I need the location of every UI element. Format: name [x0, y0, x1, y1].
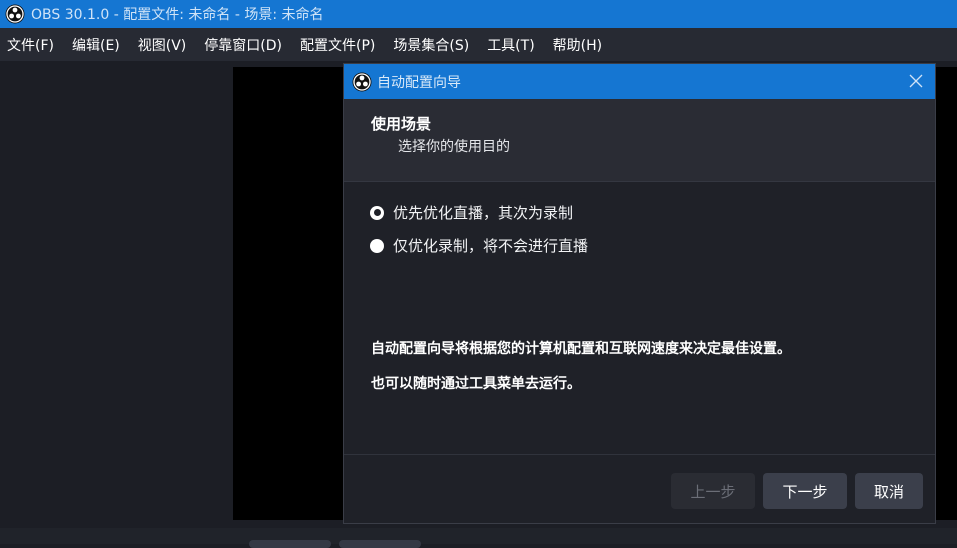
obs-logo-icon — [352, 72, 372, 92]
obs-logo-icon — [5, 4, 25, 24]
next-button[interactable]: 下一步 — [763, 473, 847, 509]
dock-tab[interactable] — [249, 540, 331, 548]
menu-bar: 文件(F) 编辑(E) 视图(V) 停靠窗口(D) 配置文件(P) 场景集合(S… — [0, 28, 957, 61]
option-stream-priority[interactable]: 优先优化直播，其次为录制 — [370, 202, 573, 223]
cancel-button[interactable]: 取消 — [855, 473, 923, 509]
info-text: 自动配置向导将根据您的计算机配置和互联网速度来决定最佳设置。 — [371, 341, 791, 357]
divider — [344, 454, 935, 455]
close-icon[interactable] — [907, 72, 925, 90]
window-title: OBS 30.1.0 - 配置文件: 未命名 - 场景: 未命名 — [31, 7, 324, 23]
menu-file[interactable]: 文件(F) — [0, 35, 63, 55]
option-label: 仅优化录制，将不会进行直播 — [393, 237, 589, 255]
auto-config-wizard-dialog: 自动配置向导 使用场景 选择你的使用目的 优先优化直播，其次为录制 仅优化录制，… — [343, 63, 936, 524]
menu-docks[interactable]: 停靠窗口(D) — [195, 35, 291, 55]
option-record-only[interactable]: 仅优化录制，将不会进行直播 — [370, 235, 588, 256]
option-label: 优先优化直播，其次为录制 — [393, 204, 574, 222]
back-button[interactable]: 上一步 — [671, 473, 755, 509]
info-text: 也可以随时通过工具菜单去运行。 — [371, 376, 581, 392]
menu-help[interactable]: 帮助(H) — [544, 35, 611, 55]
dock-tab[interactable] — [339, 540, 421, 548]
dialog-titlebar[interactable]: 自动配置向导 — [344, 64, 935, 99]
radio-selected-icon[interactable] — [370, 205, 384, 220]
menu-view[interactable]: 视图(V) — [129, 35, 196, 55]
menu-tools[interactable]: 工具(T) — [478, 35, 543, 55]
page-subtitle: 选择你的使用目的 — [398, 139, 510, 155]
menu-profile[interactable]: 配置文件(P) — [291, 35, 384, 55]
radio-unselected-icon[interactable] — [370, 238, 384, 253]
window-titlebar[interactable]: OBS 30.1.0 - 配置文件: 未命名 - 场景: 未命名 — [0, 0, 957, 28]
docks-area — [0, 528, 957, 544]
wizard-page-header: 使用场景 选择你的使用目的 — [344, 99, 935, 182]
dialog-title: 自动配置向导 — [377, 74, 461, 91]
page-title: 使用场景 — [371, 115, 432, 133]
menu-scene-collection[interactable]: 场景集合(S) — [384, 35, 478, 55]
menu-edit[interactable]: 编辑(E) — [63, 35, 129, 55]
